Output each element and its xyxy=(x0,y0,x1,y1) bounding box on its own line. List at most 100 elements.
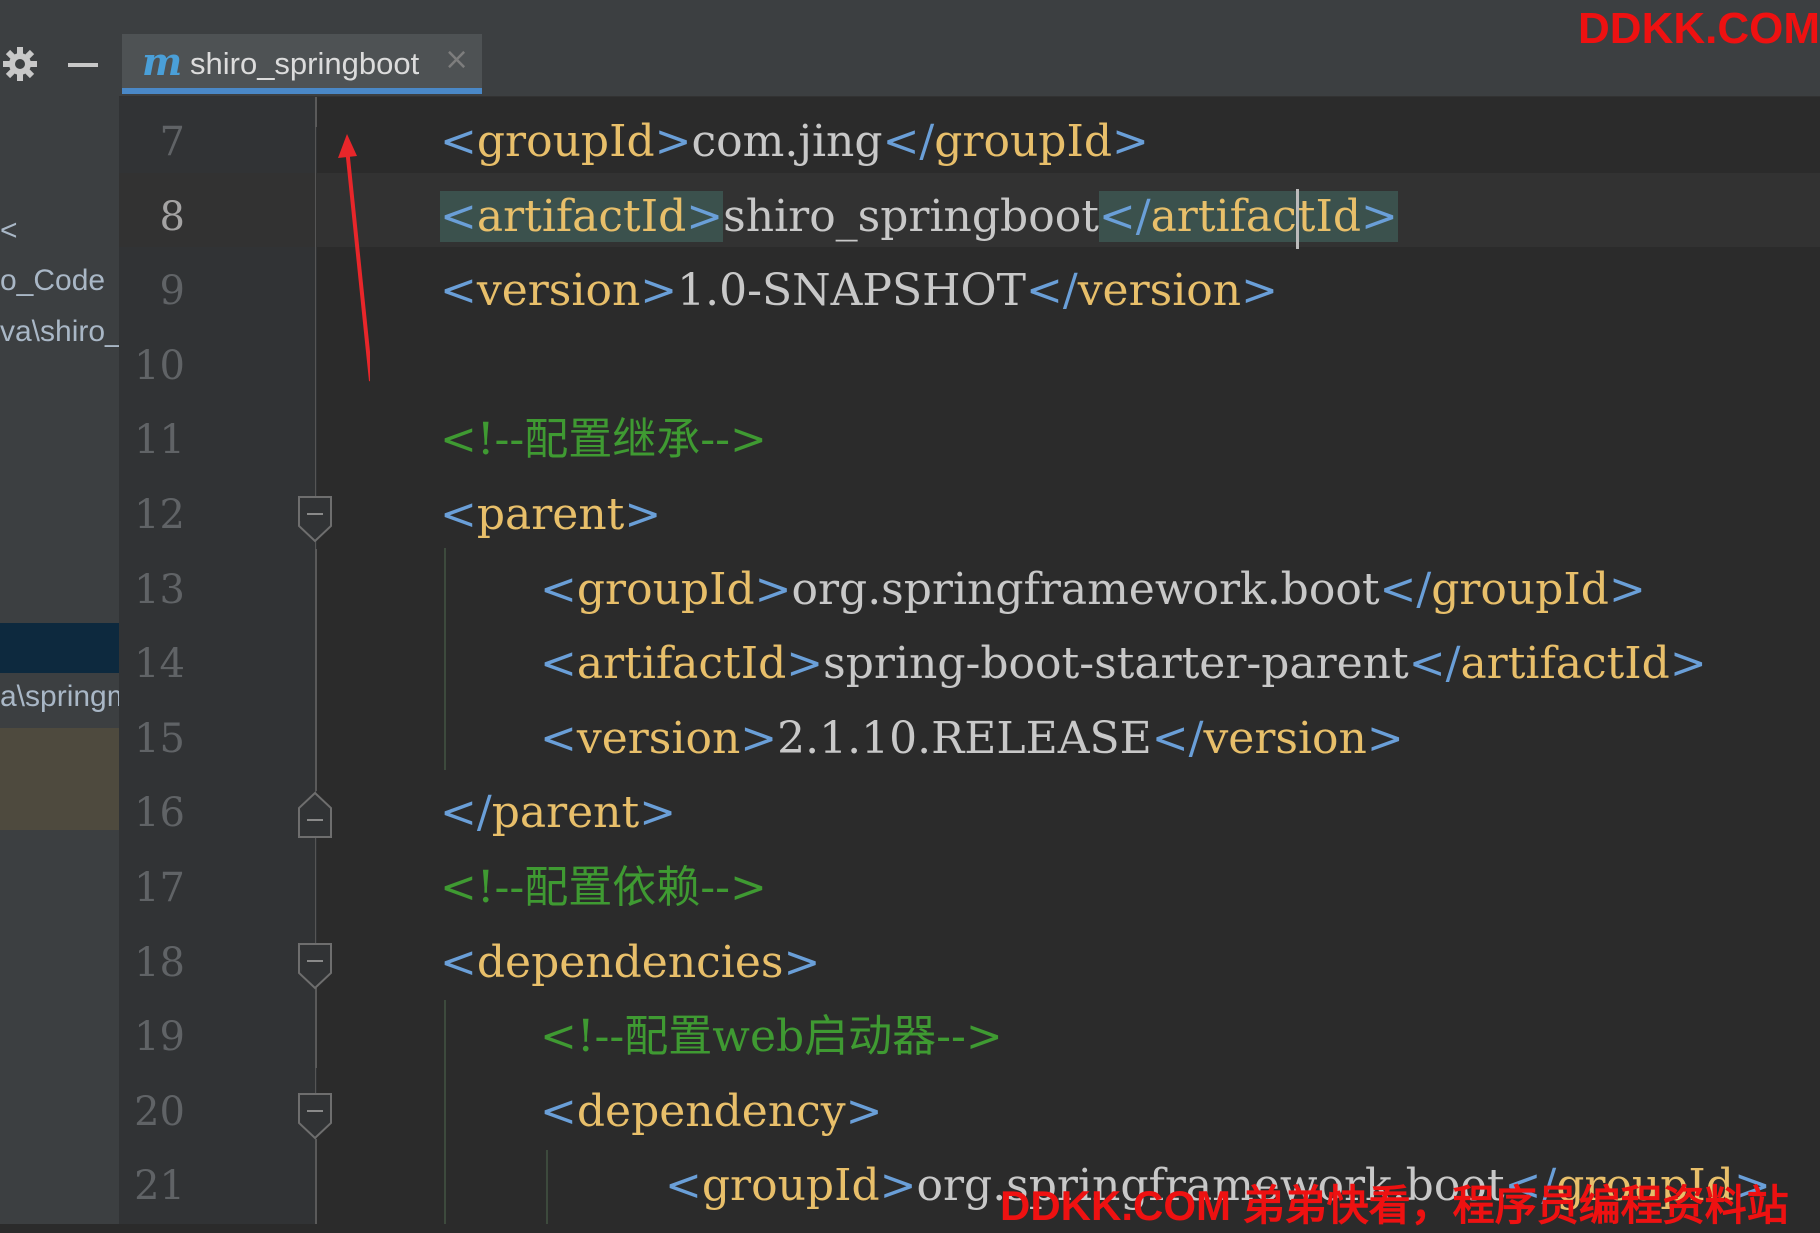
line-number: 12 xyxy=(134,492,185,538)
project-tree-item[interactable]: va\shiro_ xyxy=(0,315,119,349)
fold-guide xyxy=(315,97,317,127)
line-number: 8 xyxy=(159,193,185,240)
tag-bracket: </ xyxy=(1025,265,1078,317)
code-line[interactable]: <dependencies> xyxy=(440,926,820,1000)
tag-bracket: < xyxy=(440,265,477,317)
tab-label: shiro_springboot xyxy=(190,46,420,81)
tag-name: version xyxy=(576,712,741,764)
tag-bracket: </ xyxy=(1408,638,1461,690)
tag-bracket: </ xyxy=(1098,190,1151,242)
tag-bracket: > xyxy=(1608,563,1646,615)
gear-icon[interactable] xyxy=(2,46,38,82)
watermark-top: DDKK.COM xyxy=(1578,4,1820,53)
tag-bracket: </ xyxy=(1151,712,1204,764)
project-tree-item[interactable]: < xyxy=(0,214,18,248)
tag-bracket: < xyxy=(440,116,477,167)
code-comment: <!--配置继承--> xyxy=(440,414,767,466)
tag-name: groupId xyxy=(701,1160,880,1212)
code-line[interactable]: </parent> xyxy=(440,776,676,850)
tag-name: version xyxy=(1077,265,1242,317)
tag-value: shiro_springboot xyxy=(723,190,1099,242)
fold-collapse-icon[interactable] xyxy=(296,941,334,991)
tag-bracket: < xyxy=(440,936,477,988)
tag-bracket: > xyxy=(1669,638,1707,690)
tag-name: parent xyxy=(491,787,640,839)
line-number: 20 xyxy=(134,1088,185,1135)
code-comment: <!--配置web启动器--> xyxy=(540,1011,1003,1063)
line-number: 10 xyxy=(134,342,185,389)
code-line[interactable]: <!--配置继承--> xyxy=(440,403,767,477)
maven-file-icon: m xyxy=(142,39,183,84)
line-number: 13 xyxy=(134,566,185,613)
tag-bracket: < xyxy=(540,1085,577,1137)
fold-collapse-icon[interactable] xyxy=(296,1091,334,1141)
title-bar xyxy=(0,0,1820,32)
tag-name: groupId xyxy=(934,116,1113,167)
tag-bracket: > xyxy=(640,265,678,317)
fold-collapse-icon[interactable] xyxy=(296,790,334,840)
tag-name: version xyxy=(1203,712,1367,764)
tag-bracket: </ xyxy=(1379,563,1432,615)
tag-bracket: > xyxy=(624,489,662,540)
code-line[interactable]: <groupId>com.jing</groupId> xyxy=(440,105,1149,179)
tag-name: groupId xyxy=(476,116,655,167)
tag-name: version xyxy=(476,265,641,317)
tag-bracket: > xyxy=(783,936,821,988)
close-icon[interactable]: × xyxy=(444,42,469,77)
code-line[interactable]: <dependency> xyxy=(540,1075,883,1149)
line-number: 15 xyxy=(134,715,185,762)
project-tree-item[interactable]: a\springm xyxy=(0,680,119,714)
project-tree-selected-row[interactable] xyxy=(0,623,119,673)
tag-name: dependency xyxy=(576,1085,846,1137)
tag-bracket: < xyxy=(540,712,577,764)
tag-value: com.jing xyxy=(691,116,883,167)
line-number: 11 xyxy=(134,417,185,464)
indent-guide xyxy=(546,1150,548,1224)
line-number: 18 xyxy=(134,939,185,986)
indent-guide xyxy=(444,1000,446,1224)
line-number: 7 xyxy=(159,119,185,165)
tag-bracket: </ xyxy=(440,787,492,839)
code-line[interactable]: <artifactId>shiro_springboot</artifactId… xyxy=(440,180,1398,254)
code-line[interactable]: <groupId>org.springframework.boot</group… xyxy=(540,553,1646,627)
tag-bracket: > xyxy=(740,712,778,764)
code-line[interactable]: <version>1.0-SNAPSHOT</version> xyxy=(440,254,1278,328)
tag-value: 2.1.10.RELEASE xyxy=(777,712,1152,764)
tag-name: artifactId xyxy=(1150,189,1361,250)
line-number: 16 xyxy=(134,790,185,837)
tag-bracket: > xyxy=(1241,265,1278,317)
tag-bracket: < xyxy=(540,638,577,690)
tag-name: artifactId xyxy=(476,190,687,242)
tag-bracket: < xyxy=(440,190,477,242)
tag-bracket: > xyxy=(879,1160,917,1212)
code-line[interactable]: <!--配置web启动器--> xyxy=(540,1000,1003,1074)
code-line[interactable]: <version>2.1.10.RELEASE</version> xyxy=(540,702,1404,776)
code-line[interactable]: <artifactId>spring-boot-starter-parent</… xyxy=(540,627,1707,701)
tag-bracket: > xyxy=(1366,712,1404,764)
line-number: 17 xyxy=(134,865,185,911)
editor-tab-bar: m shiro_springboot × xyxy=(119,32,1820,97)
code-line[interactable]: <parent> xyxy=(440,478,661,552)
project-tree-item[interactable]: o_Code xyxy=(0,264,105,298)
tag-name: dependencies xyxy=(476,936,784,988)
tag-bracket: > xyxy=(1361,190,1398,242)
tag-value: 1.0-SNAPSHOT xyxy=(677,265,1026,317)
tag-bracket: > xyxy=(754,563,792,615)
editor-tab-shiro-springboot[interactable]: m shiro_springboot × xyxy=(122,34,482,94)
tag-value: spring-boot-starter-parent xyxy=(823,638,1409,690)
line-number: 14 xyxy=(134,641,185,688)
project-toolbar xyxy=(0,32,119,98)
tag-name: parent xyxy=(476,489,625,540)
tag-bracket: > xyxy=(786,638,824,690)
indent-guide xyxy=(444,548,446,770)
fold-guide xyxy=(315,549,317,791)
code-line[interactable]: <!--配置依赖--> xyxy=(440,851,767,925)
tag-name: groupId xyxy=(1431,563,1609,615)
tag-bracket: < xyxy=(540,563,577,615)
tag-value: org.springframework.boot xyxy=(791,563,1380,615)
minimize-button[interactable] xyxy=(68,63,98,67)
tag-bracket: > xyxy=(654,116,692,167)
tag-name: artifactId xyxy=(576,638,787,690)
line-number: 21 xyxy=(134,1163,185,1210)
fold-collapse-icon[interactable] xyxy=(296,494,334,544)
